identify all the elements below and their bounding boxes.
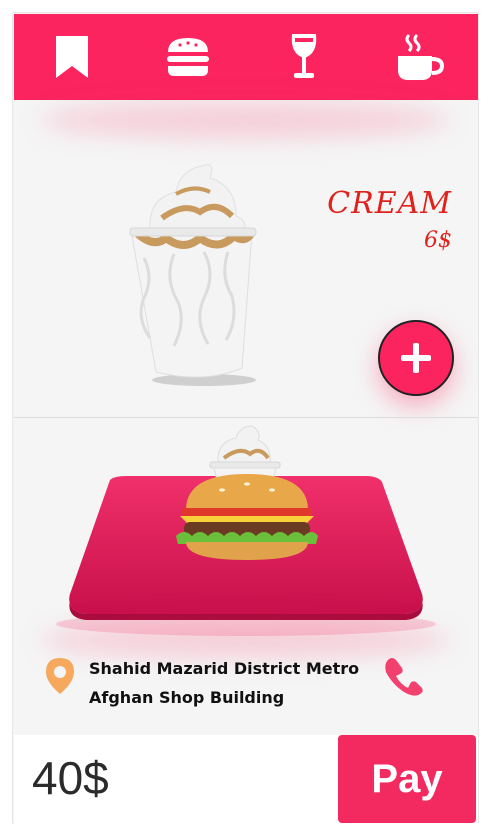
address-line1: Shahid Mazarid District Metro (89, 659, 360, 678)
phone-call-icon[interactable] (382, 654, 426, 698)
nav-coffee[interactable] (390, 27, 450, 87)
plus-icon (401, 343, 431, 373)
nav-burger[interactable] (158, 27, 218, 87)
nav-bookmark[interactable] (42, 27, 102, 87)
coffee-cup-icon (398, 33, 445, 80)
location-pin-icon (46, 658, 74, 694)
ice-cream-cup-image (129, 164, 257, 386)
product-name: CREAM (327, 186, 452, 221)
category-navbar (14, 14, 478, 100)
checkout-bar: 40$ Pay (14, 735, 478, 825)
wine-glass-icon (291, 34, 317, 78)
bookmark-icon (56, 36, 88, 78)
address-line2: Afghan Shop Building (89, 688, 285, 707)
delivery-address: Shahid Mazarid District Metro Afghan Sho… (14, 650, 478, 728)
nav-wine[interactable] (274, 27, 334, 87)
hamburger-image (176, 474, 318, 560)
burger-icon (167, 38, 209, 76)
pay-button[interactable]: Pay (338, 735, 476, 823)
product-price: 6$ (424, 228, 452, 253)
address-text: Shahid Mazarid District Metro Afghan Sho… (89, 654, 369, 712)
order-tray (14, 418, 478, 643)
add-to-cart-button[interactable] (378, 320, 454, 396)
order-total: 40$ (32, 752, 109, 804)
